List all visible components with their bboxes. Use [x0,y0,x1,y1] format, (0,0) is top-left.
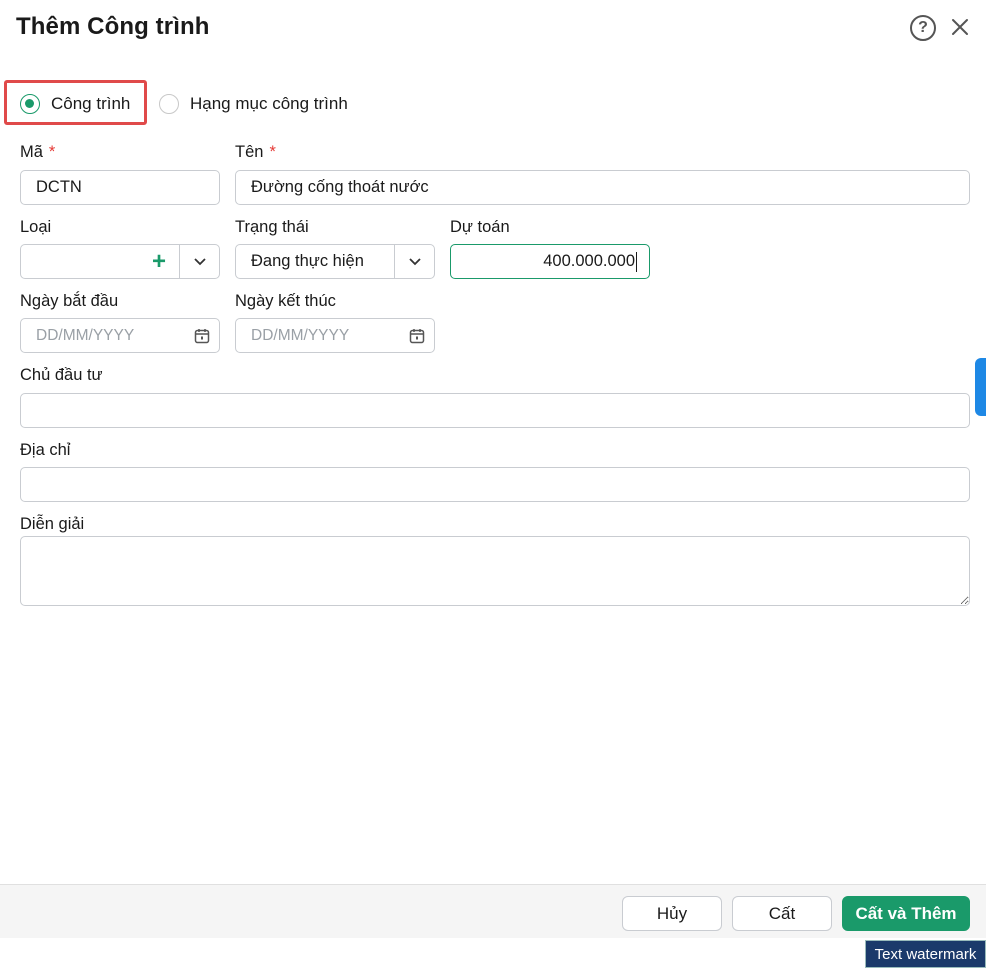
chevron-down-icon[interactable] [179,245,219,278]
ma-input[interactable]: DCTN [20,170,220,205]
du-toan-value: 400.000.000 [543,252,635,270]
required-mark: * [48,143,56,161]
loai-value[interactable] [21,245,139,278]
ngay-ket-thuc-label: Ngày kết thúc [235,292,336,310]
calendar-icon[interactable] [400,328,434,344]
radio-cong-trinh-label: Công trình [51,94,131,113]
du-toan-label: Dự toán [450,218,510,236]
chu-dau-tu-input[interactable] [20,393,970,428]
add-project-dialog: Thêm Công trình ? Công trình Hạng mục cô… [0,0,986,938]
dialog-footer: Hủy Cất Cất và Thêm [0,884,986,938]
radio-cong-trinh[interactable]: Công trình [20,94,130,114]
ngay-ket-thuc-input[interactable]: DD/MM/YYYY [235,318,435,353]
dialog-title: Thêm Công trình [16,13,210,40]
du-toan-input[interactable]: 400.000.000 [450,244,650,279]
radio-unchecked-icon [159,94,179,114]
calendar-icon[interactable] [185,328,219,344]
dia-chi-label: Địa chỉ [20,441,71,459]
dien-giai-textarea[interactable] [20,536,970,606]
loai-combo[interactable]: + [20,244,220,279]
ten-label: Tên * [235,143,276,162]
ngay-bat-dau-label: Ngày bắt đầu [20,292,119,310]
trang-thai-select[interactable]: Đang thực hiện [235,244,435,279]
ngay-bat-dau-input[interactable]: DD/MM/YYYY [20,318,220,353]
save-button[interactable]: Cất [732,896,832,931]
loai-label: Loại [20,218,52,236]
trang-thai-label: Trạng thái [235,218,309,236]
radio-hang-muc-label: Hạng mục công trình [190,94,348,113]
ma-value: DCTN [36,178,82,196]
ma-label-text: Mã [20,143,43,161]
close-icon[interactable] [950,16,970,38]
chevron-down-icon[interactable] [394,245,434,278]
radio-hang-muc-cong-trinh[interactable]: Hạng mục công trình [159,94,348,114]
save-and-add-button[interactable]: Cất và Thêm [842,896,970,931]
text-cursor [636,251,637,272]
radio-checked-icon [20,94,40,114]
trang-thai-value[interactable]: Đang thực hiện [236,245,394,278]
side-panel-toggle[interactable] [975,358,986,416]
add-loai-plus-icon[interactable]: + [139,245,179,278]
required-mark: * [269,143,276,161]
ten-input[interactable]: Đường cống thoát nước [235,170,970,205]
date-placeholder: DD/MM/YYYY [251,326,350,344]
ten-label-text: Tên [235,143,264,161]
text-watermark: Text watermark [865,940,986,968]
cancel-button[interactable]: Hủy [622,896,722,931]
ten-value: Đường cống thoát nước [251,178,429,196]
help-icon[interactable]: ? [910,15,936,41]
date-placeholder: DD/MM/YYYY [36,326,135,344]
dien-giai-label: Diễn giải [20,515,85,533]
chu-dau-tu-label: Chủ đầu tư [20,366,103,384]
dia-chi-input[interactable] [20,467,970,502]
ma-label: Mã * [20,143,55,162]
